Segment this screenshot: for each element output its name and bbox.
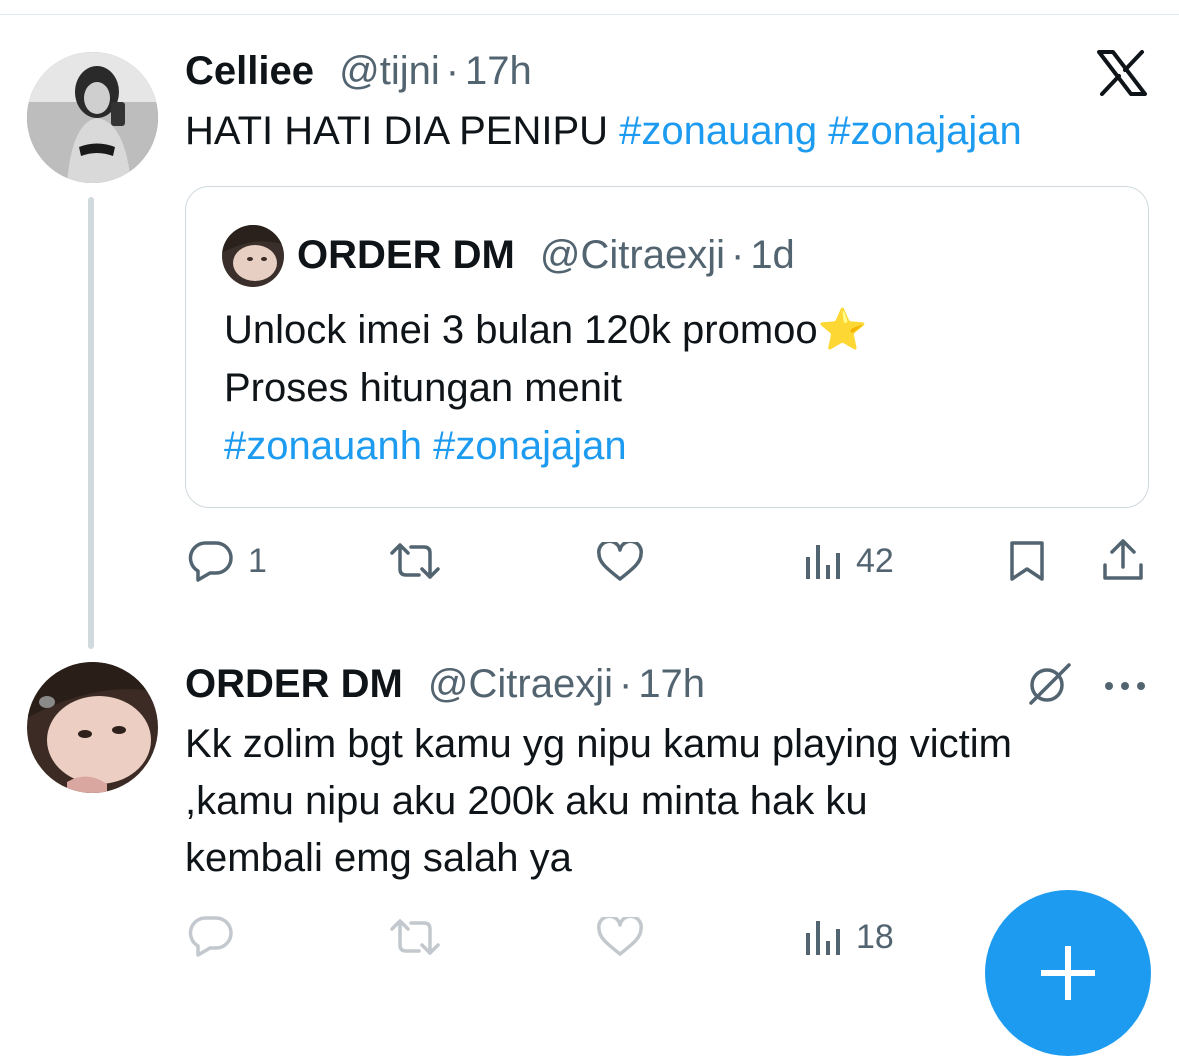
quoted-author-handle[interactable]: @Citraexji bbox=[540, 233, 725, 277]
quoted-author-name[interactable]: ORDER DM bbox=[297, 233, 515, 277]
quoted-line-1: Unlock imei 3 bulan 120k promoo bbox=[224, 308, 818, 352]
reply-icon bbox=[188, 916, 233, 957]
reply-header: ORDER DM @Citraexji · 17h bbox=[185, 660, 705, 708]
reply-count: 1 bbox=[248, 541, 267, 580]
reply-text: Kk zolim bgt kamu yg nipu kamu playing v… bbox=[185, 716, 1012, 887]
thread-connector-line bbox=[88, 197, 94, 649]
plus-icon bbox=[1041, 946, 1095, 1000]
quoted-avatar-photo bbox=[222, 225, 284, 287]
quoted-separator: · bbox=[730, 233, 745, 277]
reply-time[interactable]: 17h bbox=[638, 662, 705, 706]
tweet-text: HATI HATI DIA PENIPU #zonauang #zonajaja… bbox=[185, 103, 1022, 159]
tweet-header: Celliee @tijni · 17h bbox=[185, 47, 532, 95]
heart-icon bbox=[597, 542, 643, 581]
star-emoji: ⭐ bbox=[817, 308, 868, 352]
reply-separator: · bbox=[618, 662, 633, 706]
reply-author-name[interactable]: ORDER DM bbox=[185, 662, 403, 706]
tweet-time[interactable]: 17h bbox=[465, 49, 532, 93]
more-options-icon[interactable] bbox=[1103, 679, 1147, 697]
reply-author-handle[interactable]: @Citraexji bbox=[428, 662, 613, 706]
retweet-button[interactable] bbox=[387, 917, 443, 957]
retweet-icon bbox=[390, 919, 440, 955]
tweet-text-plain: HATI HATI DIA PENIPU bbox=[185, 109, 609, 153]
quoted-line-2: Proses hitungan menit bbox=[224, 366, 623, 410]
avatar-order-dm[interactable] bbox=[27, 662, 158, 793]
top-divider bbox=[0, 14, 1179, 15]
views-chart-icon bbox=[806, 921, 840, 955]
author-name[interactable]: Celliee bbox=[185, 49, 314, 93]
like-button[interactable] bbox=[596, 917, 644, 957]
bookmark-icon bbox=[1010, 541, 1044, 581]
views-count: 18 bbox=[856, 917, 894, 956]
hashtag-link[interactable]: #zonajajan bbox=[433, 424, 627, 468]
like-button[interactable] bbox=[596, 542, 658, 582]
quoted-tweet-card[interactable]: ORDER DM @Citraexji · 1d Unlock imei 3 bul… bbox=[185, 186, 1149, 508]
hashtag-link[interactable]: #zonajajan bbox=[828, 109, 1022, 153]
quoted-text: Unlock imei 3 bulan 120k promoo⭐ Proses … bbox=[224, 301, 867, 475]
reply-icon bbox=[188, 541, 233, 582]
retweet-button[interactable] bbox=[387, 541, 457, 581]
reply-avatar-photo bbox=[27, 662, 158, 793]
share-button[interactable] bbox=[1100, 537, 1146, 588]
hashtag-link[interactable]: #zonauang bbox=[619, 109, 817, 153]
x-logo-icon[interactable] bbox=[1097, 50, 1147, 96]
reply-button[interactable]: 1 bbox=[188, 540, 267, 582]
share-icon bbox=[1103, 539, 1143, 580]
views-chart-icon bbox=[806, 545, 840, 579]
reply-line-3: kembali emg salah ya bbox=[185, 836, 572, 880]
heart-icon bbox=[597, 917, 643, 956]
quoted-avatar[interactable] bbox=[222, 225, 284, 287]
views-count: 42 bbox=[856, 541, 894, 580]
avatar-celliee[interactable] bbox=[27, 52, 158, 183]
header-separator: · bbox=[445, 49, 460, 93]
reply-line-2: ,kamu nipu aku 200k aku minta hak ku bbox=[185, 779, 868, 823]
hashtag-link[interactable]: #zonauanh bbox=[224, 424, 422, 468]
retweet-icon bbox=[390, 543, 440, 579]
reply-button[interactable] bbox=[188, 915, 234, 957]
bookmark-button[interactable] bbox=[1007, 540, 1047, 587]
grok-icon[interactable] bbox=[1025, 661, 1073, 712]
avatar-photo bbox=[27, 52, 158, 183]
quoted-time[interactable]: 1d bbox=[750, 233, 795, 277]
quoted-header: ORDER DM @Citraexji · 1d bbox=[297, 231, 795, 279]
views-button[interactable]: 18 bbox=[804, 917, 894, 957]
author-handle[interactable]: @tijni bbox=[339, 49, 440, 93]
views-button[interactable]: 42 bbox=[804, 541, 894, 581]
compose-fab-button[interactable] bbox=[985, 890, 1151, 1056]
reply-line-1: Kk zolim bgt kamu yg nipu kamu playing v… bbox=[185, 722, 1012, 766]
